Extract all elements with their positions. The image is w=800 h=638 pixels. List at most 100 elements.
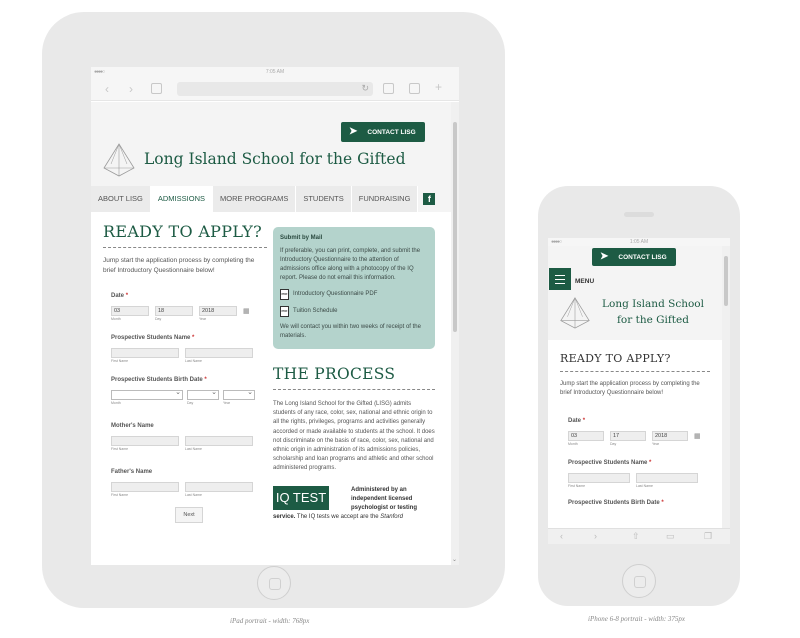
speaker — [624, 212, 654, 217]
student-first-name-input[interactable] — [111, 348, 179, 358]
tab-more-programs[interactable]: MORE PROGRAMS — [212, 186, 297, 212]
ipad-screen: ●●●●○ 7:05 AM ‹ › ↻ + ➤ CONTACT LISG Lon… — [91, 67, 459, 565]
share-icon[interactable] — [151, 83, 162, 94]
scroll-down-icon[interactable]: ⌄ — [452, 556, 457, 563]
date-year-input[interactable]: 2018 — [199, 306, 237, 316]
browser-toolbar: ‹ › ↻ + — [91, 77, 459, 101]
bookmarks-icon[interactable] — [383, 83, 394, 94]
application-column: READY TO APPLY? Jump start the applicati… — [560, 352, 710, 506]
contact-button[interactable]: ➤ CONTACT LISG — [592, 248, 676, 266]
application-column: READY TO APPLY? Jump start the applicati… — [103, 222, 267, 523]
tabs-icon[interactable]: ❐ — [704, 531, 712, 542]
date-label: Date * — [111, 293, 129, 299]
questionnaire-form: Date * 03 Month 18 Day 2018 Year ▦ Prospect… — [103, 293, 267, 523]
logo-icon — [103, 143, 135, 177]
site-header: ➤ CONTACT LISG MENU Long Island School f… — [548, 246, 722, 340]
paper-plane-icon: ➤ — [349, 126, 358, 137]
web-page: ➤ CONTACT LISG Long Island School for th… — [91, 102, 451, 565]
mail-body: If preferable, you can print, complete, … — [280, 248, 421, 281]
date-label: Date * — [568, 418, 586, 424]
father-name-label: Father's Name — [111, 469, 153, 475]
main-nav: ABOUT LISG ADMISSIONS MORE PROGRAMS STUD… — [91, 186, 451, 212]
student-last-name-input[interactable] — [185, 348, 253, 358]
date-row: 03 Month 18 Day 2018 Year ▦ — [111, 306, 250, 321]
new-tab-icon[interactable]: + — [435, 80, 442, 94]
logo-icon — [560, 297, 590, 329]
status-bar: ●●●●○ 7:05 AM — [91, 67, 459, 77]
site-header: ➤ CONTACT LISG Long Island School for th… — [91, 102, 451, 212]
back-icon[interactable]: ‹ — [105, 82, 109, 96]
paper-plane-icon: ➤ — [600, 251, 609, 262]
next-button[interactable]: Next — [175, 507, 203, 523]
date-day-input[interactable]: 18 — [155, 306, 193, 316]
mother-last-name-input[interactable] — [185, 436, 253, 446]
status-time: 1:05 AM — [629, 239, 649, 245]
questionnaire-form: Date * 03 Month 17 Day 2018 Year ▦ Prospect… — [560, 418, 710, 506]
tab-students[interactable]: STUDENTS — [296, 186, 352, 212]
iphone-screen: ●●●●○ 1:05 AM ➤ CONTACT LISG MENU Long I… — [548, 238, 730, 544]
date-year-input[interactable]: 2018 — [652, 431, 688, 441]
mother-name-label: Mother's Name — [111, 423, 154, 429]
father-last-name-input[interactable] — [185, 482, 253, 492]
menu-button[interactable] — [549, 268, 571, 290]
school-name[interactable]: Long Island School for the Gifted — [598, 296, 708, 328]
bookmarks-icon[interactable]: ▭ — [666, 531, 675, 542]
scrollbar-thumb[interactable] — [453, 122, 457, 332]
iphone-frame: ●●●●○ 1:05 AM ➤ CONTACT LISG MENU Long I… — [538, 186, 740, 606]
pdf-icon: PDF — [280, 289, 289, 300]
submit-by-mail-panel: Submit by Mail If preferable, you can pr… — [273, 227, 435, 349]
date-day-input[interactable]: 17 — [610, 431, 646, 441]
tab-fundraising[interactable]: FUNDRAISING — [351, 186, 419, 212]
process-heading: THE PROCESS — [273, 365, 396, 383]
menu-label[interactable]: MENU — [575, 278, 594, 285]
scrollbar[interactable]: ⌄ — [451, 102, 459, 565]
forward-icon[interactable]: › — [594, 531, 597, 541]
tab-about[interactable]: ABOUT LISG — [91, 186, 151, 212]
web-page: ➤ CONTACT LISG MENU Long Island School f… — [548, 246, 722, 528]
father-first-name-input[interactable] — [111, 482, 179, 492]
mother-first-name-input[interactable] — [111, 436, 179, 446]
home-button[interactable] — [257, 566, 291, 600]
intro-text: Jump start the application process by co… — [103, 257, 255, 274]
signal-icon: ●●●●○ — [94, 69, 105, 75]
calendar-icon[interactable]: ▦ — [243, 307, 250, 321]
iq-test-badge: IQ TEST — [273, 485, 329, 510]
mail-footer: We will contact you within two weeks of … — [280, 324, 421, 339]
student-last-name-input[interactable] — [636, 473, 698, 483]
info-column: Submit by Mail If preferable, you can pr… — [273, 227, 435, 520]
browser-bottom-bar: ‹ › ⇧ ▭ ❐ — [548, 528, 730, 544]
page-title: READY TO APPLY? — [560, 352, 671, 365]
divider — [103, 247, 267, 248]
divider — [273, 389, 435, 390]
facebook-icon[interactable]: f — [423, 193, 436, 205]
reload-icon[interactable]: ↻ — [361, 83, 369, 94]
student-first-name-input[interactable] — [568, 473, 630, 483]
ipad-frame: ●●●●○ 7:05 AM ‹ › ↻ + ➤ CONTACT LISG Lon… — [42, 12, 505, 608]
school-name[interactable]: Long Island School for the Gifted — [144, 150, 406, 168]
contact-button[interactable]: ➤ CONTACT LISG — [341, 122, 425, 142]
scrollbar-thumb[interactable] — [724, 256, 728, 306]
mail-title: Submit by Mail — [280, 235, 323, 241]
tab-admissions[interactable]: ADMISSIONS — [150, 186, 213, 212]
date-month-input[interactable]: 03 — [568, 431, 604, 441]
signal-icon: ●●●●○ — [551, 239, 562, 245]
iq-test-section: IQ TEST Administered by an independent l… — [273, 485, 435, 513]
calendar-icon[interactable]: ▦ — [694, 432, 701, 446]
back-icon[interactable]: ‹ — [560, 531, 563, 541]
tuition-schedule-link[interactable]: PDF Tuition Schedule — [280, 306, 428, 317]
scrollbar[interactable] — [722, 246, 730, 528]
date-month-input[interactable]: 03 — [111, 306, 149, 316]
ipad-caption: iPad portrait - width: 768px — [230, 617, 310, 625]
questionnaire-pdf-link[interactable]: PDF Introductory Questionnaire PDF — [280, 289, 428, 300]
birth-day-select[interactable] — [187, 388, 219, 400]
process-text: The Long Island School for the Gifted (L… — [273, 401, 435, 472]
tabs-icon[interactable] — [409, 83, 420, 94]
birth-month-select[interactable] — [111, 388, 183, 400]
page-title: READY TO APPLY? — [103, 222, 262, 241]
pdf-icon: PDF — [280, 306, 289, 317]
share-icon[interactable]: ⇧ — [632, 531, 640, 542]
birth-year-select[interactable] — [223, 388, 255, 400]
forward-icon[interactable]: › — [129, 82, 133, 96]
home-button[interactable] — [622, 564, 656, 598]
address-bar[interactable]: ↻ — [177, 82, 373, 96]
